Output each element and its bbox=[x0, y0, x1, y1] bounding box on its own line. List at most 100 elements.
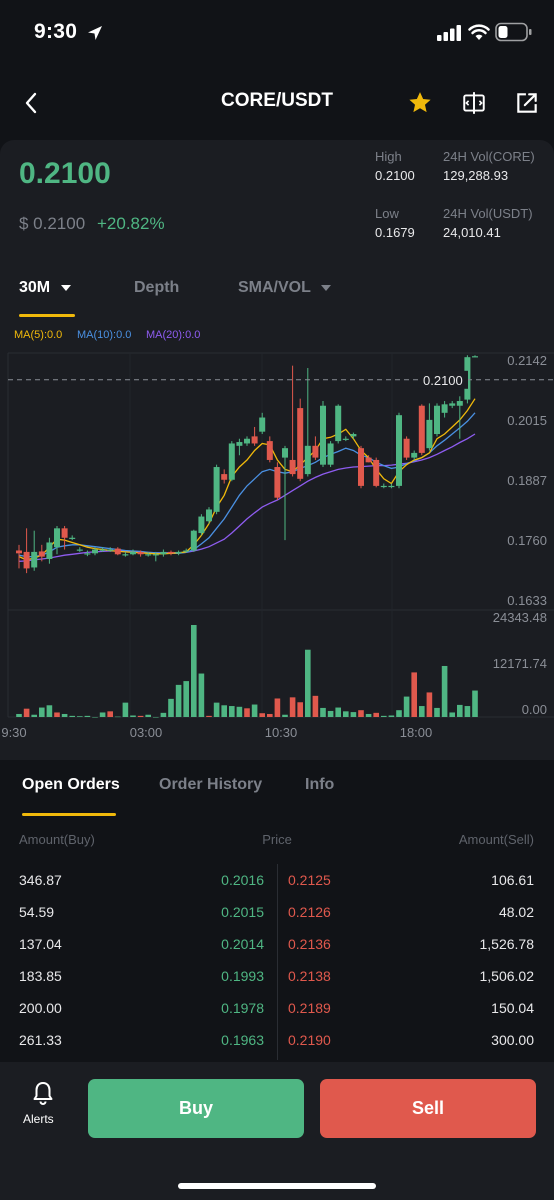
candle-body bbox=[198, 516, 205, 534]
volume-bar bbox=[213, 702, 220, 717]
tab-indicators[interactable]: SMA/VOL bbox=[238, 279, 332, 297]
buy-amount: 183.85 bbox=[19, 968, 62, 984]
candle-body bbox=[320, 405, 326, 465]
buy-price: 0.2016 bbox=[221, 872, 264, 888]
candle-body bbox=[31, 551, 38, 568]
volume-bar bbox=[305, 649, 311, 717]
buy-price: 0.1978 bbox=[221, 1000, 264, 1016]
candle-body bbox=[92, 549, 98, 554]
volume-bar bbox=[472, 690, 478, 717]
wifi-icon bbox=[468, 24, 490, 40]
candle-body bbox=[190, 530, 197, 551]
volume-bars bbox=[16, 625, 478, 718]
volume-bar bbox=[381, 715, 387, 717]
candle-body bbox=[335, 405, 342, 442]
order-book-row[interactable]: 346.87 0.2016 0.2125 106.61 bbox=[0, 862, 554, 894]
price-axis-tick: 0.1887 bbox=[507, 473, 547, 488]
volume-bar bbox=[365, 713, 372, 717]
candle-body bbox=[342, 438, 349, 440]
bell-icon[interactable] bbox=[31, 1080, 55, 1106]
volume-bar bbox=[39, 707, 45, 717]
volume-bar bbox=[198, 673, 205, 717]
alerts-label[interactable]: Alerts bbox=[23, 1112, 54, 1126]
tab-info[interactable]: Info bbox=[305, 776, 334, 794]
volume-bar bbox=[403, 696, 410, 717]
candle-body bbox=[38, 551, 45, 557]
volume-axis-tick: 12171.74 bbox=[493, 656, 547, 671]
vol-core-value: 129,288.93 bbox=[443, 168, 509, 183]
candle-body bbox=[434, 405, 440, 435]
order-book-row[interactable]: 137.04 0.2014 0.2136 1,526.78 bbox=[0, 926, 554, 958]
candle-body bbox=[130, 551, 136, 555]
time-axis-tick: 03:00 bbox=[130, 725, 163, 740]
volume-bar bbox=[183, 681, 189, 717]
candle-body bbox=[76, 549, 83, 551]
volume-bar bbox=[267, 713, 273, 717]
volume-bar bbox=[99, 712, 106, 717]
tab-indicators-label: SMA/VOL bbox=[238, 279, 311, 296]
tab-interval-30m[interactable]: 30M bbox=[19, 279, 71, 297]
candle-body bbox=[160, 551, 167, 555]
sell-price: 0.2189 bbox=[288, 1000, 331, 1016]
candle-body bbox=[350, 434, 357, 437]
volume-bar bbox=[327, 710, 334, 717]
home-indicator bbox=[178, 1183, 376, 1189]
price-axis-tick: 0.2015 bbox=[507, 413, 547, 428]
favorite-star-icon[interactable] bbox=[407, 90, 433, 116]
candle-body bbox=[297, 408, 304, 479]
candle-body bbox=[388, 485, 395, 488]
candle-body bbox=[54, 528, 60, 548]
tab-active-indicator bbox=[19, 314, 75, 317]
order-book-row[interactable]: 54.59 0.2015 0.2126 48.02 bbox=[0, 894, 554, 926]
location-arrow-icon bbox=[88, 26, 102, 40]
time-axis-tick: 18:00 bbox=[400, 725, 433, 740]
tab-active-indicator bbox=[22, 813, 116, 816]
price-axis-tick: 0.1760 bbox=[507, 533, 547, 548]
sell-button[interactable]: Sell bbox=[320, 1079, 536, 1138]
candle-body bbox=[403, 438, 410, 458]
buy-amount: 261.33 bbox=[19, 1032, 62, 1048]
order-book-row[interactable]: 261.33 0.1963 0.2190 300.00 bbox=[0, 1022, 554, 1054]
price-axis-tick: 0.1633 bbox=[507, 593, 547, 608]
tab-order-history[interactable]: Order History bbox=[159, 776, 262, 794]
volume-bar bbox=[358, 710, 364, 717]
volume-bar bbox=[137, 715, 144, 717]
candle-body bbox=[23, 551, 30, 569]
buy-amount: 54.59 bbox=[19, 904, 55, 920]
candle-body bbox=[472, 356, 478, 358]
buy-button[interactable]: Buy bbox=[88, 1079, 304, 1138]
volume-bar bbox=[259, 713, 265, 717]
volume-bar bbox=[434, 707, 440, 717]
candle-body bbox=[426, 419, 433, 449]
tab-depth[interactable]: Depth bbox=[134, 279, 179, 297]
candle-body bbox=[206, 509, 212, 522]
candle-body bbox=[228, 443, 235, 480]
candle-body bbox=[137, 551, 144, 555]
price-chart[interactable]: 0.2100 0.2142 0.2015 0.1887 0.1760 0.1633 2434… bbox=[0, 340, 554, 745]
sell-amount: 1,506.02 bbox=[479, 968, 535, 984]
candle-body bbox=[69, 537, 76, 539]
volume-bar bbox=[23, 708, 30, 717]
order-book-row[interactable]: 200.00 0.1978 0.2189 150.04 bbox=[0, 990, 554, 1022]
candle-body bbox=[251, 436, 258, 444]
candle-body bbox=[175, 551, 182, 554]
buy-price: 0.2014 bbox=[221, 936, 264, 952]
sell-amount: 300.00 bbox=[491, 1032, 534, 1048]
candle-body bbox=[327, 443, 334, 465]
candle-body bbox=[312, 445, 319, 458]
volume-bar bbox=[77, 716, 83, 717]
share-icon[interactable] bbox=[514, 90, 540, 116]
price-axis-tick: 0.2142 bbox=[507, 353, 547, 368]
candle-body bbox=[449, 403, 456, 406]
buy-price: 0.2015 bbox=[221, 904, 264, 920]
tab-open-orders[interactable]: Open Orders bbox=[22, 776, 120, 794]
moving-average-lines bbox=[18, 398, 476, 562]
compare-split-icon[interactable] bbox=[461, 90, 487, 116]
volume-bar bbox=[31, 714, 37, 717]
volume-bar bbox=[122, 702, 129, 717]
order-book-row[interactable]: 183.85 0.1993 0.2138 1,506.02 bbox=[0, 958, 554, 990]
volume-bar bbox=[54, 712, 60, 717]
sell-amount: 150.04 bbox=[491, 1000, 534, 1016]
candle-body bbox=[441, 404, 448, 413]
volume-bar bbox=[411, 672, 417, 717]
